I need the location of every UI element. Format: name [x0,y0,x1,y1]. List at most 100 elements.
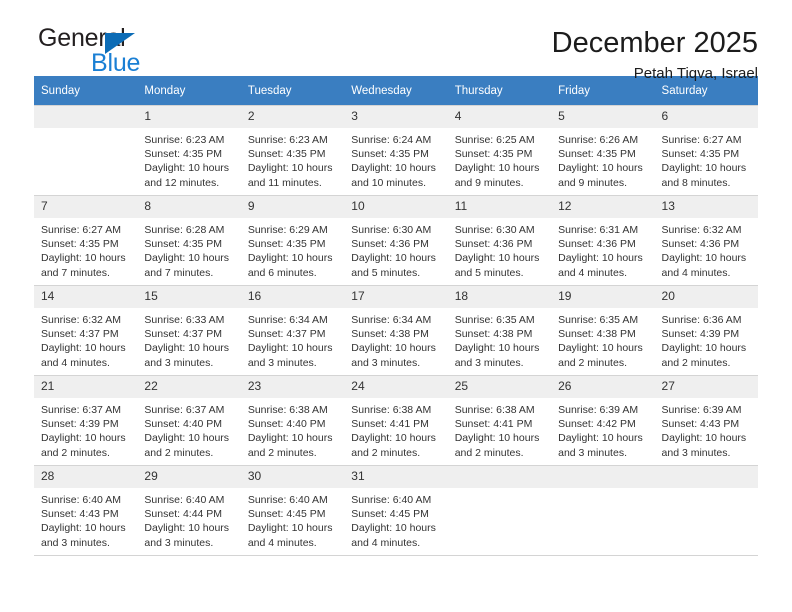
calendar-day-cell[interactable]: 7 Sunrise: 6:27 AM Sunset: 4:35 PM Daylight… [34,195,138,286]
calendar-day-cell[interactable]: 28 Sunrise: 6:40 AM Sunset: 4:43 PM Dayligh… [34,465,138,556]
day-number: 2 [240,106,345,128]
sunset-text: Sunset: 4:41 PM [351,418,429,431]
daylight-text: Daylight: 10 hours and 4 minutes. [41,342,126,369]
calendar-day-cell[interactable]: 17 Sunrise: 6:34 AM Sunset: 4:38 PM Dayligh… [344,285,448,376]
calendar-day-cell[interactable]: 31 Sunrise: 6:40 AM Sunset: 4:45 PM Dayligh… [344,465,448,556]
day-number: 16 [240,286,345,308]
general-blue-logo[interactable]: General Blue [34,24,214,82]
calendar-day-cell[interactable]: 3 Sunrise: 6:24 AM Sunset: 4:35 PM Daylight… [344,105,448,196]
day-number: 14 [34,286,138,308]
calendar-day-cell[interactable]: 11 Sunrise: 6:30 AM Sunset: 4:36 PM Dayligh… [447,195,552,286]
day-info: Sunrise: 6:38 AM Sunset: 4:41 PM Daylight:… [344,398,447,460]
page-header: General Blue December 2025 Petah Tiqva, … [34,0,758,82]
sunrise-text: Sunrise: 6:40 AM [247,494,328,506]
day-number: 29 [137,466,241,488]
day-number: 17 [344,286,448,308]
sunrise-text: Sunrise: 6:30 AM [454,224,535,236]
day-number [551,466,655,488]
calendar-day-cell[interactable]: 5 Sunrise: 6:26 AM Sunset: 4:35 PM Daylight… [551,105,655,196]
daylight-text: Daylight: 10 hours and 5 minutes. [454,252,540,279]
sunset-text: Sunset: 4:45 PM [351,508,429,521]
day-number: 4 [447,106,552,128]
calendar-day-cell[interactable]: 8 Sunrise: 6:28 AM Sunset: 4:35 PM Daylight… [137,195,241,286]
calendar-day-cell[interactable]: 22 Sunrise: 6:37 AM Sunset: 4:40 PM Dayligh… [137,375,241,466]
sunset-text: Sunset: 4:35 PM [144,238,223,251]
calendar-page: General Blue December 2025 Petah Tiqva, … [0,0,792,612]
day-info: Sunrise: 6:40 AM Sunset: 4:44 PM Daylight:… [137,488,240,550]
sunrise-text: Sunrise: 6:23 AM [144,134,225,146]
sunrise-text: Sunrise: 6:37 AM [144,404,225,416]
day-number: 6 [654,106,758,128]
sunset-text: Sunset: 4:42 PM [558,418,636,431]
sunrise-text: Sunrise: 6:34 AM [351,314,432,326]
sunrise-text: Sunrise: 6:36 AM [661,314,742,326]
page-subtitle: Petah Tiqva, Israel [633,65,758,82]
daylight-text: Daylight: 10 hours and 3 minutes. [144,522,230,549]
calendar-day-cell[interactable]: 13 Sunrise: 6:32 AM Sunset: 4:36 PM Dayligh… [654,195,758,286]
calendar-day-cell[interactable]: 15 Sunrise: 6:33 AM Sunset: 4:37 PM Dayligh… [137,285,241,376]
sunset-text: Sunset: 4:36 PM [661,238,740,251]
calendar-day-cell[interactable]: 27 Sunrise: 6:39 AM Sunset: 4:43 PM Dayligh… [654,375,758,466]
day-number: 24 [344,376,448,398]
sunrise-text: Sunrise: 6:32 AM [41,314,121,326]
calendar-day-cell[interactable]: 18 Sunrise: 6:35 AM Sunset: 4:38 PM Dayligh… [447,285,552,376]
daylight-text: Daylight: 10 hours and 3 minutes. [661,432,747,459]
sunset-text: Sunset: 4:38 PM [558,328,636,341]
sunset-text: Sunset: 4:36 PM [558,238,636,251]
sunrise-text: Sunrise: 6:34 AM [247,314,328,326]
calendar-week-row: 7 Sunrise: 6:27 AM Sunset: 4:35 PM Daylight… [34,195,758,286]
calendar-day-cell[interactable]: 19 Sunrise: 6:35 AM Sunset: 4:38 PM Dayligh… [551,285,655,376]
calendar-day-cell[interactable]: 4 Sunrise: 6:25 AM Sunset: 4:35 PM Daylight… [447,105,552,196]
day-info: Sunrise: 6:32 AM Sunset: 4:37 PM Daylight:… [34,308,137,370]
day-number: 25 [447,376,552,398]
calendar-cell-empty [34,105,138,196]
calendar-day-cell[interactable]: 23 Sunrise: 6:38 AM Sunset: 4:40 PM Dayligh… [240,375,345,466]
sunset-text: Sunset: 4:45 PM [247,508,326,521]
calendar-day-cell[interactable]: 6 Sunrise: 6:27 AM Sunset: 4:35 PM Daylight… [654,105,758,196]
day-number: 18 [447,286,552,308]
calendar-day-cell[interactable]: 1 Sunrise: 6:23 AM Sunset: 4:35 PM Daylight… [137,105,241,196]
day-number: 26 [551,376,655,398]
calendar-cell-empty [654,465,758,556]
daylight-text: Daylight: 10 hours and 7 minutes. [41,252,126,279]
calendar-week-row: 28 Sunrise: 6:40 AM Sunset: 4:43 PM Dayligh… [34,465,758,556]
calendar-day-cell[interactable]: 25 Sunrise: 6:38 AM Sunset: 4:41 PM Dayligh… [447,375,552,466]
calendar-day-cell[interactable]: 16 Sunrise: 6:34 AM Sunset: 4:37 PM Dayligh… [240,285,345,376]
calendar-day-cell[interactable]: 12 Sunrise: 6:31 AM Sunset: 4:36 PM Dayligh… [551,195,655,286]
calendar-day-cell[interactable]: 20 Sunrise: 6:36 AM Sunset: 4:39 PM Dayligh… [654,285,758,376]
day-info: Sunrise: 6:38 AM Sunset: 4:40 PM Daylight:… [241,398,344,460]
day-number [34,106,138,128]
sunset-text: Sunset: 4:39 PM [661,328,740,341]
daylight-text: Daylight: 10 hours and 2 minutes. [247,432,333,459]
sunset-text: Sunset: 4:35 PM [144,148,223,161]
calendar-day-cell[interactable]: 29 Sunrise: 6:40 AM Sunset: 4:44 PM Dayligh… [137,465,241,556]
sunset-text: Sunset: 4:38 PM [454,328,533,341]
day-info: Sunrise: 6:25 AM Sunset: 4:35 PM Daylight:… [448,128,551,190]
day-number [447,466,552,488]
sunset-text: Sunset: 4:37 PM [41,328,119,341]
day-info: Sunrise: 6:26 AM Sunset: 4:35 PM Daylight:… [551,128,654,190]
day-info: Sunrise: 6:30 AM Sunset: 4:36 PM Daylight:… [448,218,551,280]
daylight-text: Daylight: 10 hours and 9 minutes. [558,162,643,189]
calendar-day-cell[interactable]: 14 Sunrise: 6:32 AM Sunset: 4:37 PM Dayligh… [34,285,138,376]
calendar-day-cell[interactable]: 24 Sunrise: 6:38 AM Sunset: 4:41 PM Dayligh… [344,375,448,466]
calendar-day-cell[interactable]: 21 Sunrise: 6:37 AM Sunset: 4:39 PM Dayligh… [34,375,138,466]
calendar-day-cell[interactable]: 10 Sunrise: 6:30 AM Sunset: 4:36 PM Dayligh… [344,195,448,286]
calendar-day-cell[interactable]: 26 Sunrise: 6:39 AM Sunset: 4:42 PM Dayligh… [551,375,655,466]
sunset-text: Sunset: 4:44 PM [144,508,223,521]
day-info: Sunrise: 6:39 AM Sunset: 4:42 PM Daylight:… [551,398,654,460]
day-number: 9 [240,196,345,218]
day-number: 3 [344,106,448,128]
sunrise-text: Sunrise: 6:32 AM [661,224,742,236]
day-number: 13 [654,196,758,218]
calendar-day-cell[interactable]: 9 Sunrise: 6:29 AM Sunset: 4:35 PM Daylight… [240,195,345,286]
calendar-day-cell[interactable]: 2 Sunrise: 6:23 AM Sunset: 4:35 PM Daylight… [240,105,345,196]
calendar-day-cell[interactable]: 30 Sunrise: 6:40 AM Sunset: 4:45 PM Dayligh… [240,465,345,556]
day-number: 20 [654,286,758,308]
page-title: December 2025 [551,27,758,59]
day-number: 30 [240,466,345,488]
day-number: 19 [551,286,655,308]
day-info: Sunrise: 6:40 AM Sunset: 4:43 PM Daylight:… [34,488,137,550]
day-info: Sunrise: 6:23 AM Sunset: 4:35 PM Daylight:… [241,128,344,190]
sunrise-text: Sunrise: 6:29 AM [247,224,328,236]
